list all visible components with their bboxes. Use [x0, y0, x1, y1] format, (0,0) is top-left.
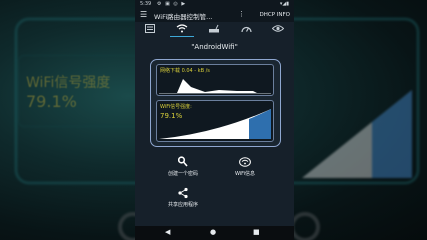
share-app-label: 共享应用程序: [167, 202, 198, 208]
action-grid: 创建一个密码 WiFi信息 共享应用程序: [135, 150, 294, 220]
navigation-bar: ◀ ● ■: [135, 226, 294, 240]
active-tab-indicator: [170, 35, 194, 37]
background-signal-value: 79.1%: [26, 92, 77, 111]
signal-graph: [159, 109, 271, 139]
tab-list[interactable]: [141, 24, 159, 35]
eye-icon: [271, 25, 285, 32]
download-panel: 网络下载 0.04 - kB /s: [156, 64, 274, 96]
ssid-label: "AndroidWifi": [191, 43, 238, 51]
stats-card: 网络下载 0.04 - kB /s WiFi信号强度: 79.1%: [150, 59, 281, 147]
tab-router[interactable]: [205, 24, 223, 35]
status-time: 5:39: [140, 1, 152, 7]
back-icon[interactable]: ◀: [165, 228, 170, 236]
signal-level-fill: [249, 109, 271, 139]
share-icon: [178, 187, 188, 199]
wifi-info-label: WiFi信息: [234, 171, 256, 177]
list-icon: [145, 24, 155, 33]
app-title: WiFi路由器控制管...: [154, 13, 213, 21]
download-graph: [159, 79, 271, 94]
wifi-info-button[interactable]: WiFi信息: [215, 156, 275, 177]
create-password-label: 创建一个密码: [167, 171, 198, 177]
app-screen: 5:39 ⚙ ▣ ◎ ▶ ▾◢▮ ☰ WiFi路由器控制管... ⋮ DHCP …: [135, 0, 294, 240]
speedometer-icon: [240, 26, 252, 33]
app-bar: ☰ WiFi路由器控制管... ⋮ DHCP INFO: [135, 8, 294, 22]
status-notification-icons: ⚙ ▣ ◎ ▶: [157, 1, 187, 7]
dhcp-info-button[interactable]: DHCP INFO: [259, 12, 290, 18]
status-signal-battery-icon: ▾◢▮: [279, 1, 289, 7]
tab-eye[interactable]: [269, 24, 287, 35]
background-signal-area: [302, 90, 412, 178]
tab-bar: [135, 22, 294, 37]
more-icon[interactable]: ⋮: [238, 10, 245, 18]
home-icon[interactable]: ●: [210, 228, 216, 236]
background-signal-label: WiFi信号强度: [26, 75, 111, 91]
tab-wifi[interactable]: [173, 24, 191, 35]
key-icon: [178, 156, 188, 167]
menu-icon[interactable]: ☰: [140, 10, 147, 19]
share-app-button[interactable]: 共享应用程序: [153, 187, 213, 208]
wifi-icon: [176, 24, 188, 33]
recents-icon[interactable]: ■: [253, 228, 260, 236]
tab-speed[interactable]: [237, 24, 255, 35]
router-icon: [209, 24, 219, 33]
background-wifi-icon: [290, 212, 320, 240]
signal-panel: WiFi信号强度: 79.1%: [156, 100, 274, 142]
create-password-button[interactable]: 创建一个密码: [153, 156, 213, 177]
wifi-info-icon: [239, 157, 251, 167]
status-bar: 5:39 ⚙ ▣ ◎ ▶ ▾◢▮: [135, 0, 294, 8]
